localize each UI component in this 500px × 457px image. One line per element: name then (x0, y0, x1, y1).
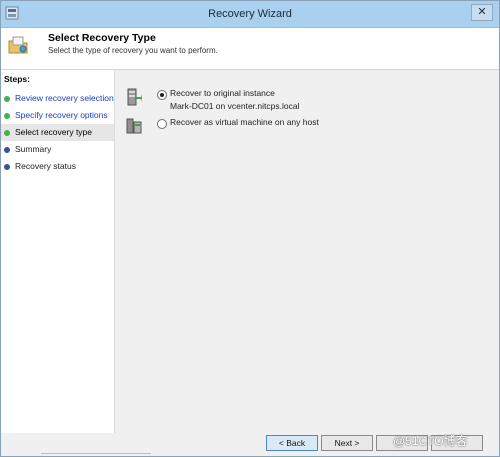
vm-host-icon (126, 118, 142, 134)
option-recover-original-instance[interactable]: Recover to original instance Mark-DC01 o… (115, 88, 495, 112)
close-button[interactable]: ✕ (471, 4, 493, 21)
watermark: @51CTO博客 (393, 434, 468, 448)
page-title: Select Recovery Type (48, 32, 156, 44)
recovery-wizard-window: Recovery Wizard ✕ Select Recovery Type S… (0, 0, 500, 457)
step-label: Summary (15, 144, 52, 154)
steps-title: Steps: (4, 74, 30, 84)
radio-recover-as-vm[interactable] (157, 119, 167, 129)
wizard-header: Select Recovery Type Select the type of … (1, 28, 499, 70)
step-complete-icon (4, 113, 10, 119)
option-label: Recover as virtual machine on any host (170, 117, 319, 127)
window-title: Recovery Wizard (208, 8, 292, 20)
step-current-icon (4, 130, 10, 136)
option-detail: Mark-DC01 on vcenter.nitcps.local (170, 101, 300, 111)
server-restore-icon (127, 88, 142, 106)
step-complete-icon (4, 96, 10, 102)
step-pending-icon (4, 164, 10, 170)
step-pending-icon (4, 147, 10, 153)
folder-restore-icon (8, 36, 28, 54)
step-label: Review recovery selection (15, 93, 114, 103)
step-specify-recovery-options[interactable]: Specify recovery options (1, 107, 114, 124)
divider (41, 453, 151, 457)
option-label: Recover to original instance (170, 88, 275, 98)
step-recovery-status: Recovery status (1, 158, 114, 175)
option-recover-as-vm[interactable]: Recover as virtual machine on any host (115, 117, 495, 141)
back-button[interactable]: < Back (266, 435, 318, 451)
step-label: Specify recovery options (15, 110, 108, 120)
radio-recover-original[interactable] (157, 90, 167, 100)
recovery-type-content: Recover to original instance Mark-DC01 o… (115, 70, 499, 433)
page-subtitle: Select the type of recovery you want to … (48, 46, 218, 55)
next-button[interactable]: Next > (321, 435, 373, 451)
step-label: Select recovery type (15, 127, 93, 137)
title-bar: Recovery Wizard ✕ (1, 1, 499, 28)
step-review-recovery-selection[interactable]: Review recovery selection (1, 90, 114, 107)
step-label: Recovery status (15, 161, 76, 171)
steps-panel: Steps: Review recovery selection Specify… (1, 70, 115, 433)
step-summary: Summary (1, 141, 114, 158)
steps-list: Review recovery selection Specify recove… (1, 90, 114, 175)
step-select-recovery-type[interactable]: Select recovery type (1, 124, 114, 141)
